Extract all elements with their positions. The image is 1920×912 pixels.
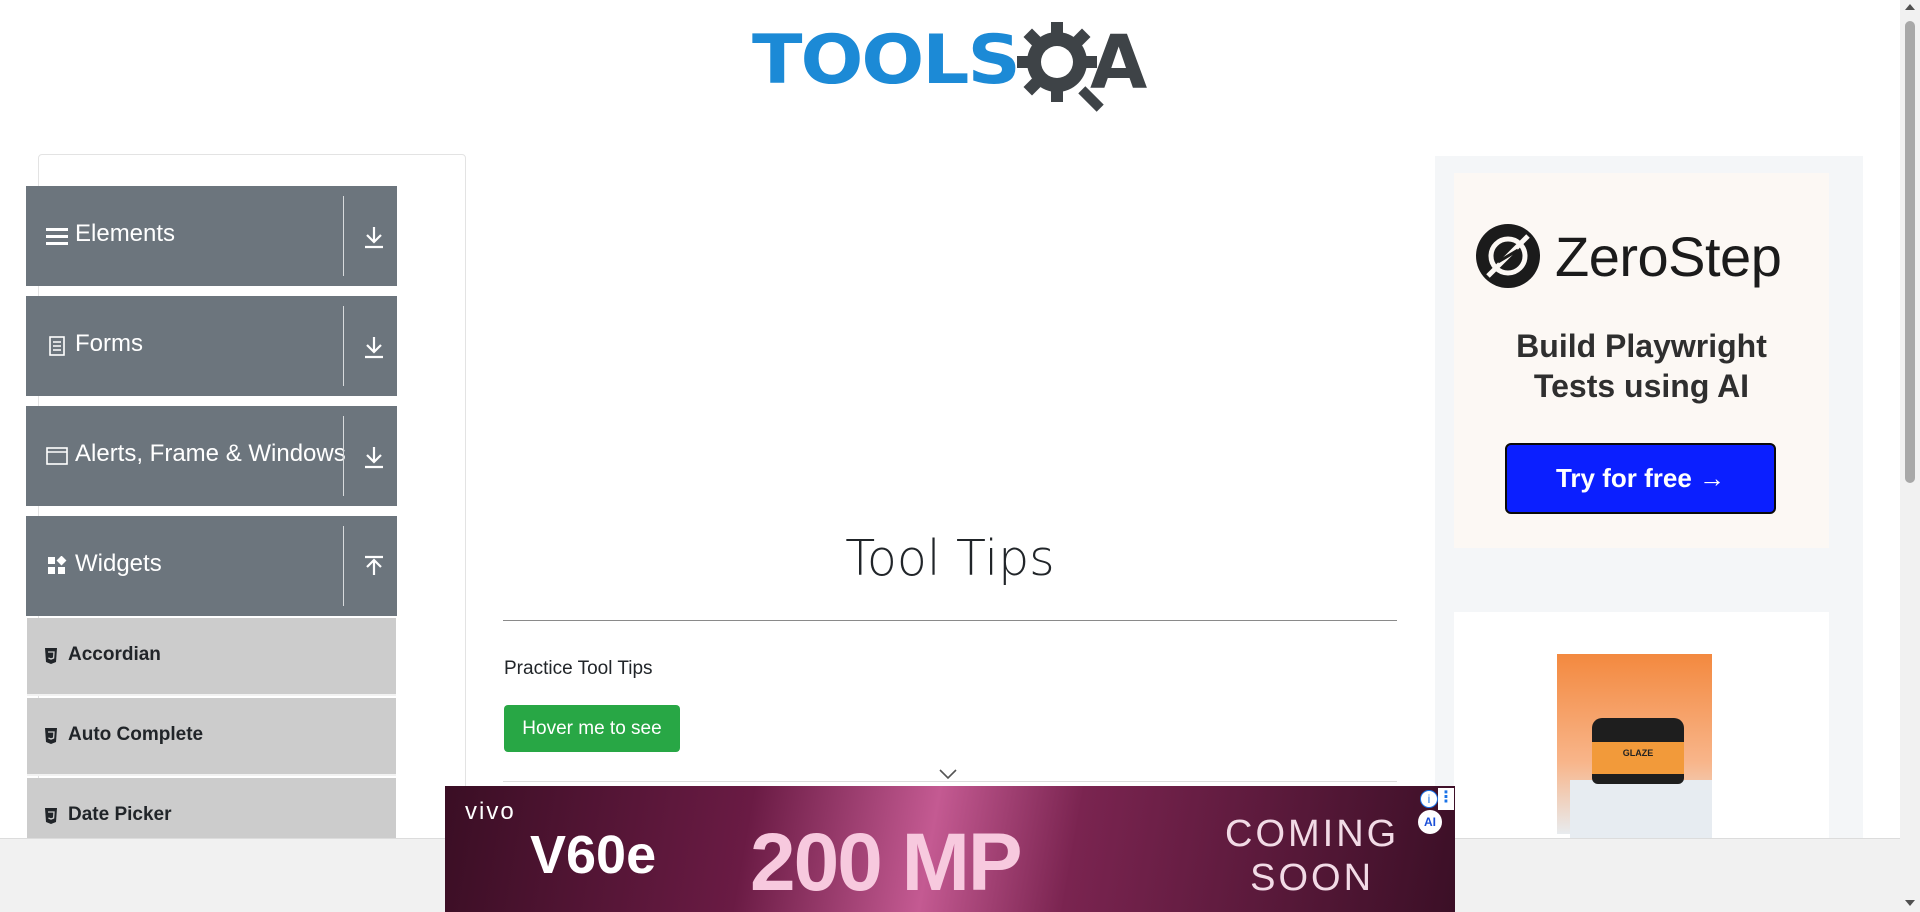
scroll-up-arrow-icon[interactable] [1905, 4, 1915, 10]
sidebar-item-label: Auto Complete [68, 724, 204, 745]
page-title: Tool Tips [845, 530, 1055, 587]
hover-me-button[interactable]: Hover me to see [504, 705, 680, 752]
collapse-chevron-icon[interactable] [938, 768, 958, 780]
product-label: GLAZE [1622, 748, 1654, 758]
divider [343, 526, 344, 606]
divider [343, 196, 344, 276]
divider [343, 416, 344, 496]
logo-text-a: A [1090, 20, 1148, 106]
sidebar-group-alerts[interactable]: Alerts, Frame & Windows [26, 406, 397, 506]
window-icon [46, 445, 68, 467]
ad-brand: vivo [465, 798, 516, 825]
ad-coming-line: SOON [1250, 857, 1375, 899]
logo-text-tools: TOOLS [752, 20, 1021, 100]
title-divider [503, 620, 1397, 621]
sidebar-item-accordian[interactable]: Accordian [27, 618, 396, 696]
divider [343, 306, 344, 386]
sidebar-group-label: Widgets [75, 550, 162, 577]
ad-coming-line: COMING [1225, 813, 1400, 855]
ad-megapixels: 200 MP [750, 817, 1023, 908]
menu-lines-icon [46, 225, 68, 247]
download-arrow-icon[interactable] [362, 444, 386, 470]
ad-info-icon[interactable]: i [1420, 790, 1438, 808]
bottom-advertisement[interactable]: vivo V60e 200 MP COMING SOON [445, 786, 1455, 912]
sidebar-group-label: Alerts, Frame & Windows [75, 440, 346, 467]
sidebar-item-label: Accordian [68, 644, 161, 665]
sidebar-group-label: Forms [75, 330, 143, 357]
scroll-down-arrow-icon[interactable] [1905, 900, 1915, 906]
section-label: Practice Tool Tips [504, 658, 653, 679]
html5-icon [45, 808, 57, 824]
sidebar-group-elements[interactable]: Elements [26, 186, 397, 286]
toolsqa-logo[interactable]: TOOLS A [752, 18, 1157, 114]
upload-arrow-icon[interactable] [362, 554, 386, 580]
widgets-icon [46, 555, 68, 577]
zerostep-brand: ZeroStep [1555, 225, 1782, 288]
zerostep-logo-icon [1476, 224, 1540, 288]
ad-ai-badge[interactable]: AI [1418, 810, 1442, 834]
content-divider [503, 781, 1397, 782]
ad-coming-soon: COMING SOON [1225, 812, 1399, 900]
page-scrollbar[interactable] [1900, 0, 1920, 912]
download-arrow-icon[interactable] [362, 334, 386, 360]
sidebar-group-widgets[interactable]: Widgets [26, 516, 397, 616]
tagline-line: Tests using AI [1533, 368, 1750, 404]
try-for-free-button[interactable]: Try for free → [1505, 443, 1776, 514]
product-pedestal [1570, 780, 1712, 840]
sidebar-item-label: Date Picker [68, 804, 172, 825]
html5-icon [45, 728, 57, 744]
sidebar-group-forms[interactable]: Forms [26, 296, 397, 396]
document-icon [46, 335, 68, 357]
tagline-line: Build Playwright [1516, 328, 1767, 364]
html5-icon [45, 648, 57, 664]
ad-menu-icon[interactable]: ⋮ [1438, 788, 1454, 810]
download-arrow-icon[interactable] [362, 224, 386, 250]
zerostep-tagline: Build Playwright Tests using AI [1454, 326, 1829, 406]
sidebar-group-label: Elements [75, 220, 176, 247]
product-jar-band [1592, 742, 1684, 774]
ad-model: V60e [530, 825, 657, 885]
scrollbar-thumb[interactable] [1905, 21, 1915, 483]
sidebar-item-auto-complete[interactable]: Auto Complete [27, 698, 396, 776]
